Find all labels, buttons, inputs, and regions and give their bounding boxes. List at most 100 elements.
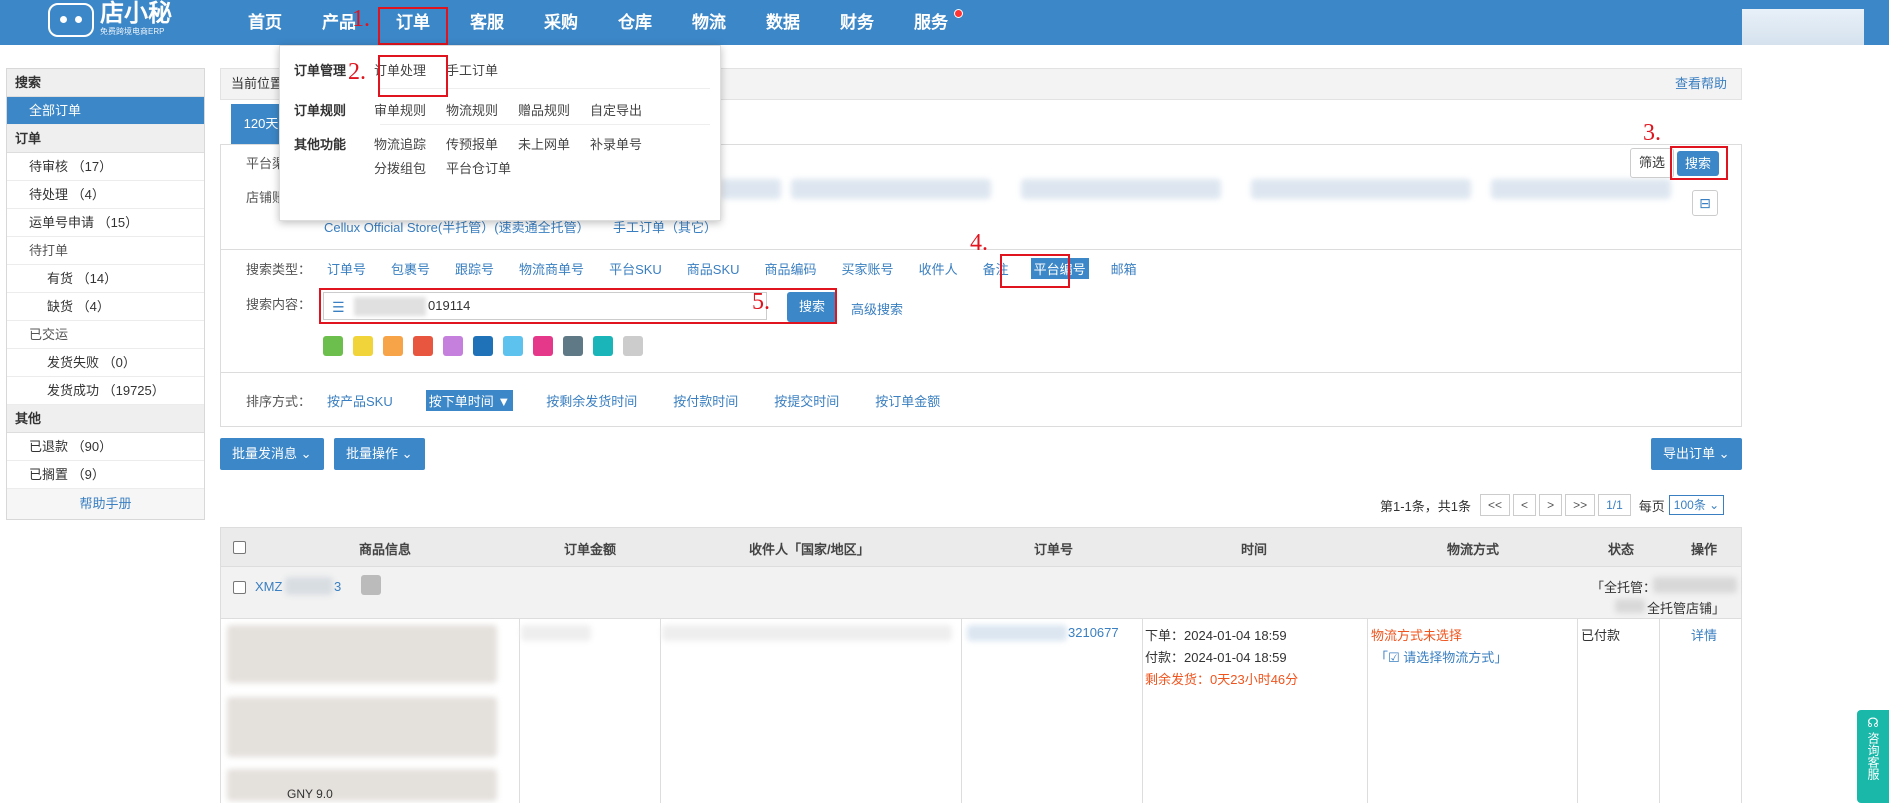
color-tag[interactable] xyxy=(443,336,463,356)
sidebar-item[interactable]: 待打单 xyxy=(7,237,204,265)
trust-store: 全托管店铺」 xyxy=(1647,601,1726,616)
first-page-button[interactable]: << xyxy=(1480,494,1511,516)
nav-item-9[interactable]: 服务 xyxy=(894,0,968,45)
search-type-option[interactable]: 跟踪号 xyxy=(452,258,497,279)
step-3-label: 3. xyxy=(1643,120,1661,146)
left-sidebar: 搜索 全部订单 订单 待审核 （17） 待处理 （4） 运单号申请 （15） 待打单 有货 （… xyxy=(6,68,205,520)
search-type-option[interactable]: 订单号 xyxy=(324,258,369,279)
prev-page-button[interactable]: < xyxy=(1513,494,1537,516)
next-page-button[interactable]: > xyxy=(1539,494,1563,516)
choose-logistics-link[interactable]: 「☑ 请选择物流方式」 xyxy=(1375,647,1507,666)
customer-service-widget[interactable]: ☊ 咨询客服 xyxy=(1857,710,1889,803)
select-all-checkbox[interactable] xyxy=(233,541,246,554)
sort-option[interactable]: 按剩余发货时间 xyxy=(543,390,640,411)
sort-option[interactable]: 按下单时间 ▼ xyxy=(425,390,514,411)
nav-item-3[interactable]: 客服 xyxy=(450,0,524,45)
sort-option[interactable]: 按订单金额 xyxy=(872,390,943,411)
blurred-store xyxy=(1021,179,1221,199)
save-icon[interactable]: ⊟ xyxy=(1692,190,1718,216)
blurred-amount xyxy=(521,625,591,641)
sidebar-item[interactable]: 待处理 （4） xyxy=(7,181,204,209)
order-dropdown-menu: 订单管理 订单处理 手工订单 订单规则 审单规则 物流规则 赠品规则 自定导出 其他功能 物流追踪… xyxy=(279,45,721,221)
sidebar-item[interactable]: 发货成功 （19725） xyxy=(7,377,204,405)
export-orders-button[interactable]: 导出订单 ⌄ xyxy=(1651,438,1742,470)
order-table-header: 商品信息 订单金额 收件人「国家/地区」 订单号 时间 物流方式 状态 操作 xyxy=(220,527,1742,567)
search-type-option[interactable]: 买家账号 xyxy=(839,258,897,279)
sidebar-group: 其他 xyxy=(7,405,204,433)
dropdown-menu-item[interactable]: 未上网单 xyxy=(518,134,570,153)
per-page-select[interactable]: 100条 ⌄ xyxy=(1668,495,1725,515)
search-type-option[interactable]: 平台SKU xyxy=(606,258,665,279)
th-status: 状态 xyxy=(1608,542,1635,557)
dropdown-menu-item[interactable]: 物流追踪 xyxy=(374,134,426,153)
dropdown-menu-item[interactable]: 审单规则 xyxy=(374,100,426,119)
page-indicator[interactable]: 1/1 xyxy=(1598,494,1631,516)
nav-item-6[interactable]: 物流 xyxy=(672,0,746,45)
dropdown-menu-item[interactable]: 赠品规则 xyxy=(518,100,570,119)
th-order-no: 订单号 xyxy=(1034,542,1074,557)
dropdown-menu-item[interactable]: 补录单号 xyxy=(590,134,642,153)
dropdown-menu-item[interactable]: 物流规则 xyxy=(446,100,498,119)
search-type-option[interactable]: 商品SKU xyxy=(684,258,743,279)
color-tag[interactable] xyxy=(473,336,493,356)
color-tag[interactable] xyxy=(323,336,343,356)
batch-operation-button[interactable]: 批量操作 ⌄ xyxy=(334,438,425,470)
sidebar-item[interactable]: 已搁置 （9） xyxy=(7,461,204,489)
color-tag[interactable] xyxy=(563,336,583,356)
filter-button[interactable]: 筛选 xyxy=(1630,148,1674,178)
nav-item-0[interactable]: 首页 xyxy=(228,0,302,45)
color-tag[interactable] xyxy=(623,336,643,356)
color-tag[interactable] xyxy=(413,336,433,356)
robot-logo-icon xyxy=(48,2,94,37)
dropdown-menu-item[interactable]: 自定导出 xyxy=(590,100,642,119)
sidebar-item[interactable]: 缺货 （4） xyxy=(7,293,204,321)
order-number-link[interactable]: 3210677 xyxy=(1068,625,1119,640)
view-help-link[interactable]: 查看帮助 xyxy=(1675,69,1727,99)
sort-option[interactable]: 按产品SKU xyxy=(324,390,396,411)
logo[interactable]: 店小秘 免费跨境电商ERP xyxy=(48,2,172,37)
sidebar-item[interactable]: 待审核 （17） xyxy=(7,153,204,181)
col-divider xyxy=(961,619,962,803)
sidebar-item[interactable]: 发货失败 （0） xyxy=(7,349,204,377)
search-type-option[interactable]: 邮箱 xyxy=(1108,258,1140,279)
sidebar-item[interactable]: 运单号申请 （15） xyxy=(7,209,204,237)
details-link[interactable]: 详情 xyxy=(1691,625,1717,644)
blurred-id xyxy=(285,577,333,595)
search-type-option[interactable]: 包裹号 xyxy=(388,258,433,279)
color-tag[interactable] xyxy=(353,336,373,356)
last-page-button[interactable]: >> xyxy=(1565,494,1596,516)
order-time: 下单：2024-01-04 18:59 xyxy=(1145,628,1287,643)
highlight-order-nav xyxy=(378,7,448,45)
color-tag[interactable] xyxy=(533,336,553,356)
batch-message-button[interactable]: 批量发消息 ⌄ xyxy=(220,438,324,470)
sort-option[interactable]: 按提交时间 xyxy=(771,390,842,411)
dropdown-menu-item[interactable]: 传预报单 xyxy=(446,134,498,153)
sidebar-item[interactable]: 已交运 xyxy=(7,321,204,349)
dropdown-row: 分拨组包 平台仓订单 xyxy=(280,154,722,180)
help-manual-link[interactable]: 帮助手册 xyxy=(7,489,204,519)
sidebar-item[interactable]: 已退款 （90） xyxy=(7,433,204,461)
search-type-option[interactable]: 物流商单号 xyxy=(516,258,587,279)
nav-item-7[interactable]: 数据 xyxy=(746,0,820,45)
th-product: 商品信息 xyxy=(359,542,412,557)
sidebar-item[interactable]: 有货 （14） xyxy=(7,265,204,293)
color-tag[interactable] xyxy=(503,336,523,356)
nav-item-5[interactable]: 仓库 xyxy=(598,0,672,45)
group-order-prefix[interactable]: XMZ xyxy=(255,579,282,594)
blurred-store xyxy=(1653,577,1737,593)
sidebar-item[interactable]: 全部订单 xyxy=(7,97,204,125)
search-type-option[interactable]: 收件人 xyxy=(916,258,961,279)
group-checkbox[interactable] xyxy=(233,581,246,594)
dropdown-menu-item[interactable]: 手工订单 xyxy=(446,60,498,79)
search-type-option[interactable]: 商品编码 xyxy=(762,258,820,279)
logo-slogan: 免费跨境电商ERP xyxy=(100,27,165,36)
nav-item-8[interactable]: 财务 xyxy=(820,0,894,45)
color-tag[interactable] xyxy=(383,336,403,356)
user-account-area[interactable] xyxy=(1742,9,1864,45)
sort-option[interactable]: 按付款时间 xyxy=(670,390,741,411)
advanced-search-link[interactable]: 高级搜索 xyxy=(851,299,903,318)
dropdown-menu-item[interactable]: 分拨组包 xyxy=(374,158,426,177)
dropdown-menu-item[interactable]: 平台仓订单 xyxy=(446,158,511,177)
nav-item-4[interactable]: 采购 xyxy=(524,0,598,45)
color-tag[interactable] xyxy=(593,336,613,356)
